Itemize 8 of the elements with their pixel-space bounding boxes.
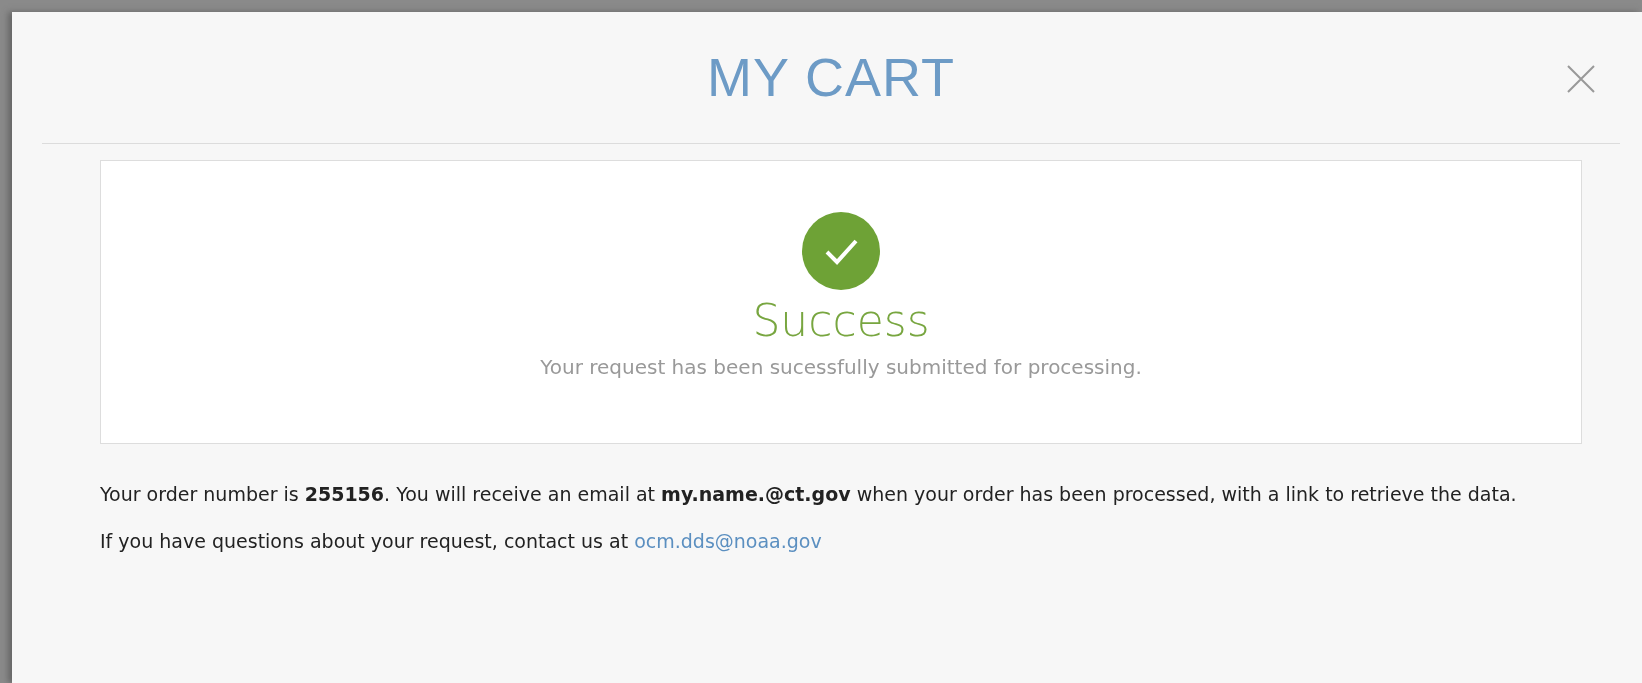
- checkmark-icon: [801, 211, 881, 291]
- success-heading: Success: [752, 295, 930, 348]
- email-link[interactable]: ocm.dds@noaa.gov: [634, 530, 822, 553]
- success-message: Your request has been sucessfully submitted for processing.: [540, 353, 1142, 381]
- close-icon[interactable]: [1566, 64, 1596, 94]
- contact-text: If you have questions about your request, contact us at ocm.dds@noaa.gov: [100, 529, 823, 555]
- modal-title: MY CART: [706, 46, 956, 110]
- order-confirmation-text: Your order number is 255156. You will receive an email at my.name.@ct.gov when your order has been processed, with a link to retrieve the data.: [100, 482, 1518, 507]
